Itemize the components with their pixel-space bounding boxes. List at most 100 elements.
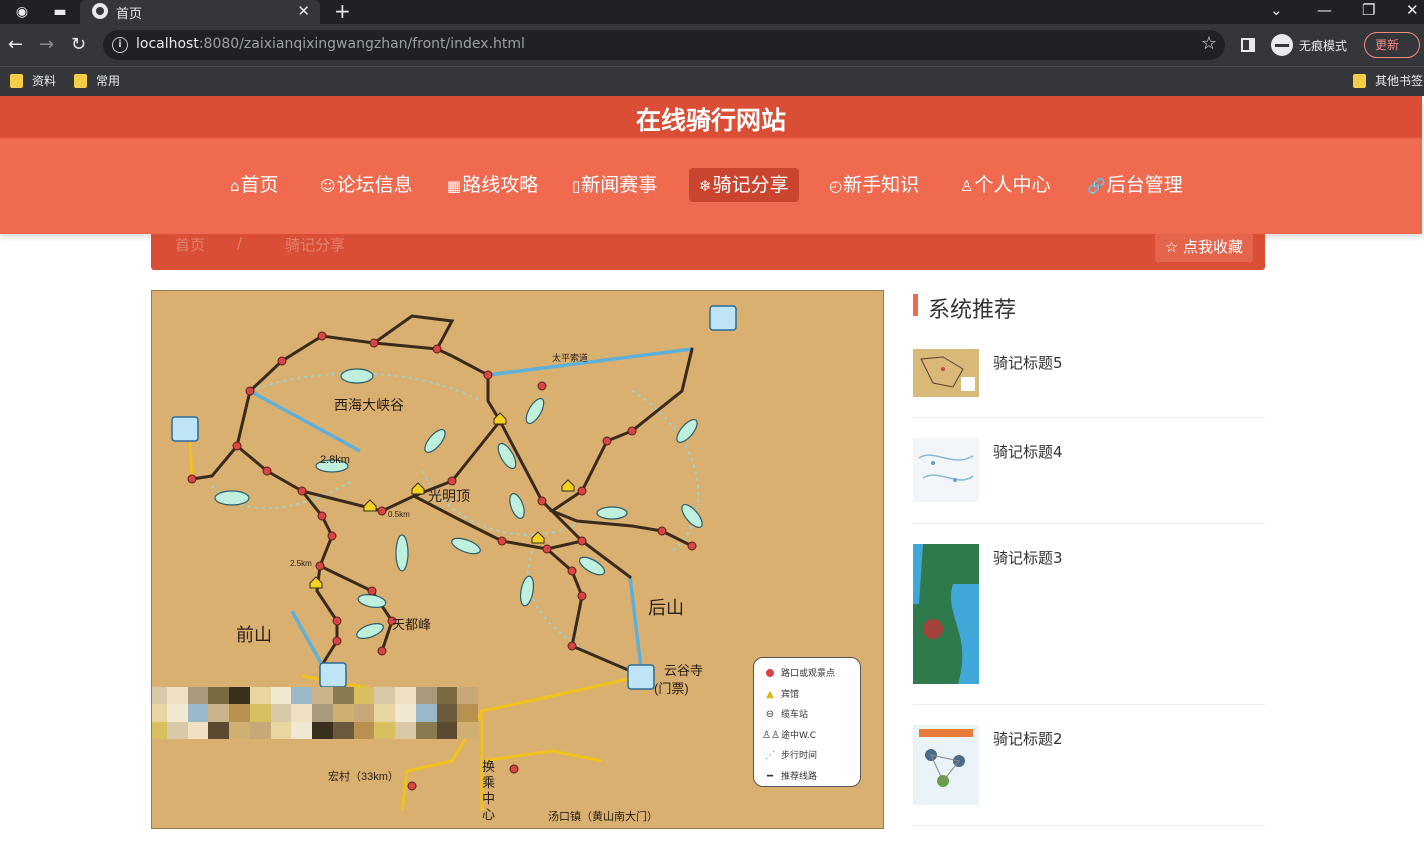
route-line-icon: ━ [766, 770, 774, 782]
back-icon[interactable]: ← [8, 33, 23, 57]
bookmark-star-icon[interactable]: ☆ [1201, 33, 1217, 54]
map-label-qianshan: 前山 [236, 625, 272, 645]
new-tab-icon[interactable]: + [334, 0, 351, 22]
junction-dot-icon [766, 669, 774, 677]
recommend-title[interactable]: 骑记标题3 [993, 547, 1063, 568]
recommend-heading-text: 系统推荐 [928, 298, 1017, 323]
legend-item-route: ━ 推荐线路 [762, 767, 854, 788]
browser-tab-active[interactable]: 首页 ✕ [80, 0, 320, 24]
folder-icon [10, 74, 23, 88]
poster-thumbnail-icon [913, 725, 979, 805]
page-viewport: 在线骑行网站 ⌂首页 ☺论坛信息 ▦路线攻略 ▯新闻赛事 ❄骑记分享 ◴新手知识… [0, 96, 1424, 848]
heading-accent [913, 294, 918, 316]
folder-icon [1353, 74, 1366, 88]
map-label-transfer: 换乘中心 [482, 759, 495, 822]
update-button[interactable]: 更新 [1364, 32, 1420, 58]
home-icon: ⌂ [230, 177, 240, 195]
map-label-houshan: 后山 [648, 598, 684, 618]
nav-item-forum[interactable]: ☺论坛信息 [310, 168, 423, 202]
globe-icon[interactable]: ◉ [12, 2, 32, 22]
breadcrumb-separator: / [237, 234, 243, 252]
nav-item-beginner[interactable]: ◴新手知识 [819, 168, 929, 202]
legend-item-point: 路口或观景点 [762, 664, 854, 685]
recommend-item-2[interactable]: 骑记标题2 [913, 725, 1265, 826]
smile-icon: ☺ [320, 177, 336, 195]
recommend-item-3[interactable]: 骑记标题3 [913, 544, 1265, 705]
toilet-icon: ♙♙ [762, 729, 780, 741]
recommend-item-5[interactable]: 骑记标题5 [913, 349, 1265, 418]
recommend-title[interactable]: 骑记标题2 [993, 728, 1063, 749]
breadcrumb-home[interactable]: 首页 [175, 234, 205, 255]
tab-close-icon[interactable]: ✕ [297, 2, 310, 20]
minimize-icon[interactable]: — [1317, 0, 1332, 20]
walk-time-icon: ⋰ [765, 750, 775, 761]
cable-car-icon: ⊖ [765, 709, 775, 720]
folder-icon [74, 74, 87, 88]
tab-search-icon[interactable]: ⌄ [1270, 0, 1283, 20]
legend-item-wc: ♙♙途中W.C [762, 726, 854, 747]
tab-favicon-icon [92, 3, 108, 19]
grid-icon: ▦ [447, 177, 462, 195]
map-label-taiping: 太平索道 [552, 352, 588, 363]
bookmark-folder-ziliao[interactable]: 资料 [10, 72, 56, 90]
map-label-yungu: 云谷寺 [664, 663, 703, 678]
bookmark-folder-changyong[interactable]: 常用 [74, 72, 120, 90]
route-map-image: 西海大峡谷 光明顶 后山 前山 天都峰 云谷寺 (门票) 宏村（33km） 汤口… [151, 290, 884, 829]
recommend-thumb[interactable] [913, 349, 979, 397]
site-info-icon[interactable]: i [112, 37, 128, 53]
privacy-mosaic [152, 687, 478, 739]
power-icon: ◴ [829, 177, 843, 195]
side-panel-icon[interactable] [1241, 38, 1255, 52]
tab-overview-icon[interactable]: ▬ [50, 2, 70, 22]
link-icon: 🔗 [1087, 177, 1106, 195]
map-legend: 路口或观景点 ▲ 宾馆 ⊖ 缆车站 ♙♙途中W.C ⋰ 步行时间 ━ 推荐线路 [753, 657, 861, 787]
site-title: 在线骑行网站 [635, 106, 786, 135]
lake-map-thumbnail-icon [913, 544, 979, 684]
nav-item-news[interactable]: ▯新闻赛事 [562, 168, 667, 202]
recommend-thumb[interactable] [913, 544, 979, 684]
map-label-dist-05: 0.5km [388, 510, 410, 519]
news-icon: ▯ [572, 177, 581, 195]
recommend-thumb[interactable] [913, 725, 979, 805]
recommend-title[interactable]: 骑记标题5 [993, 352, 1063, 373]
incognito-label: 无痕模式 [1299, 39, 1348, 53]
forward-icon[interactable]: → [39, 33, 54, 57]
map-label-tiandu: 天都峰 [392, 617, 431, 632]
hotel-icon: ▲ [766, 688, 774, 700]
recommend-heading: 系统推荐 [913, 292, 1265, 323]
nav-item-admin[interactable]: 🔗后台管理 [1077, 168, 1193, 202]
restore-icon[interactable]: ❐ [1362, 0, 1375, 20]
map-label-tangkou: 汤口镇（黄山南大门） [548, 809, 658, 823]
favorite-button[interactable]: ☆ 点我收藏 [1154, 234, 1253, 262]
reload-icon[interactable]: ↻ [71, 33, 86, 57]
address-bar[interactable]: i localhost:8080/zaixianqixingwangzhan/f… [103, 30, 1225, 60]
recommend-item-4[interactable]: 骑记标题4 [913, 438, 1265, 524]
map-label-hongcun: 宏村（33km） [328, 769, 399, 783]
snowflake-icon: ❄ [699, 177, 712, 195]
breadcrumb-current: 骑记分享 [285, 236, 346, 254]
recommend-title[interactable]: 骑记标题4 [993, 441, 1063, 462]
legend-item-hotel: ▲ 宾馆 [762, 685, 854, 706]
tab-title: 首页 [116, 7, 143, 22]
breadcrumb: 首页 / 骑记分享 ☆ 点我收藏 [151, 234, 1265, 270]
legend-item-walk: ⋰ 步行时间 [762, 746, 854, 767]
map-label-west-canyon: 西海大峡谷 [334, 397, 404, 413]
nav-item-routes[interactable]: ▦路线攻略 [437, 168, 548, 202]
nav-item-home[interactable]: ⌂首页 [220, 168, 289, 202]
bookmark-folder-other[interactable]: 其他书签 [1353, 72, 1423, 90]
bookmarks-bar: 资料 常用 其他书签 [0, 66, 1424, 96]
map-thumbnail-icon [913, 349, 979, 397]
browser-tab-strip: ◉ ▬ 首页 ✕ + ⌄ — ❐ ✕ [0, 0, 1424, 24]
window-close-icon[interactable]: ✕ [1406, 0, 1419, 20]
browser-toolbar: ← → ↻ i localhost:8080/zaixianqixingwang… [0, 24, 1424, 66]
incognito-icon [1271, 34, 1293, 56]
legend-item-cable: ⊖ 缆车站 [762, 705, 854, 726]
user-icon: ♙ [960, 177, 974, 195]
map-label-guangming: 光明顶 [428, 488, 470, 504]
map-label-dist-25: 2.5km [290, 559, 312, 568]
map-label-menpiao: (门票) [654, 681, 689, 696]
nav-item-share[interactable]: ❄骑记分享 [689, 168, 799, 202]
nav-item-profile[interactable]: ♙个人中心 [950, 168, 1060, 202]
map-label-dist-28: 2.8km [320, 454, 350, 466]
recommend-thumb[interactable] [913, 438, 979, 502]
